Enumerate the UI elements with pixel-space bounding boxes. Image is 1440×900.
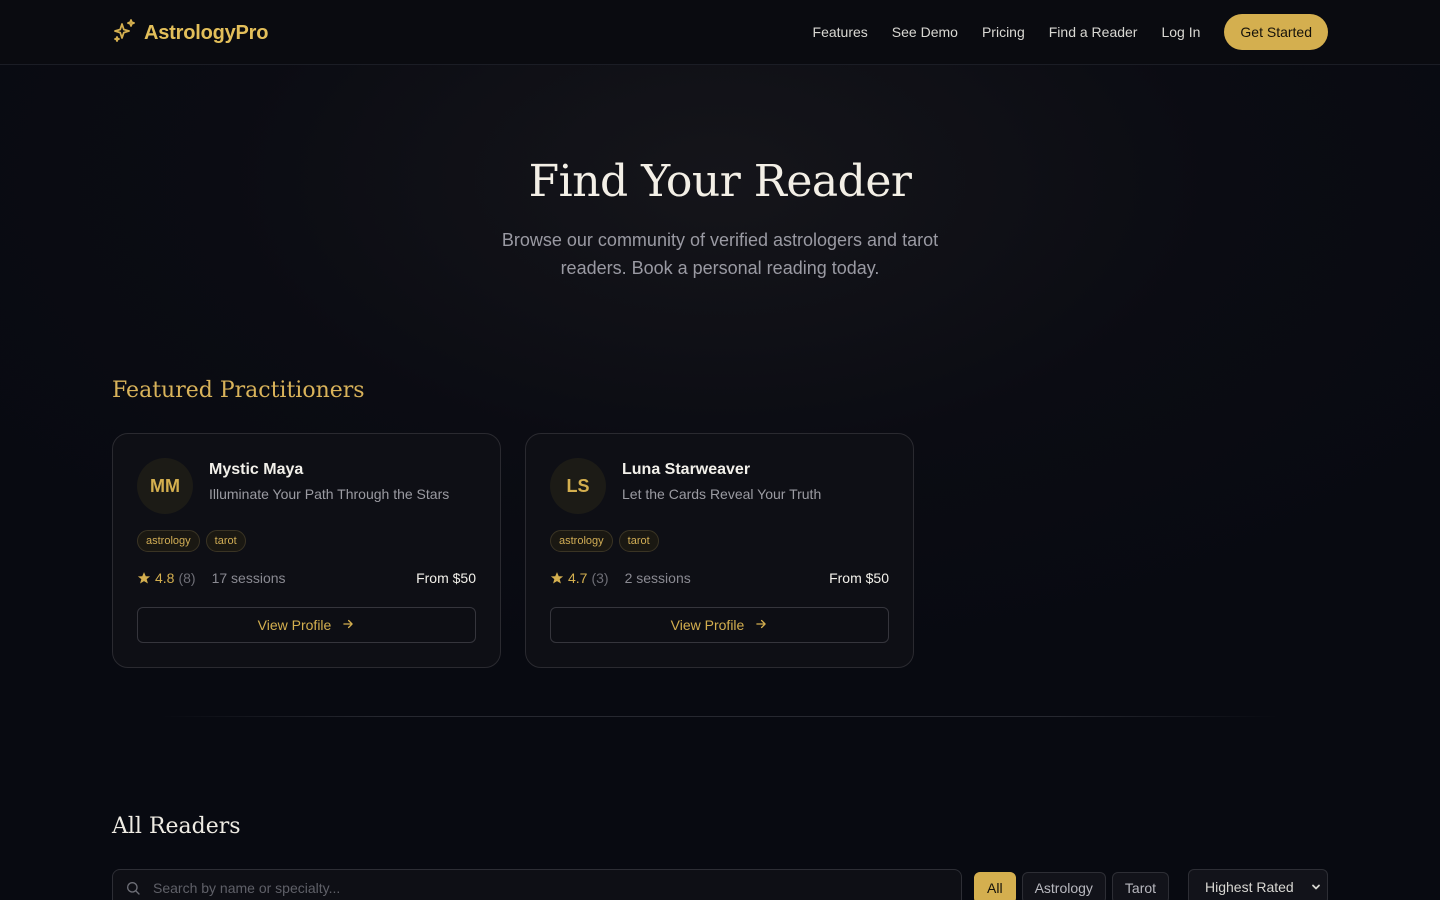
view-profile-label: View Profile xyxy=(257,617,332,633)
rating-value: 4.8 xyxy=(155,570,175,586)
practitioner-stats: 4.8 (8) 17 sessions From $50 xyxy=(137,568,476,588)
view-profile-label: View Profile xyxy=(670,617,745,633)
avatar: MM xyxy=(137,458,193,514)
specialty-tags: astrology tarot xyxy=(550,530,659,552)
nav-link-pricing[interactable]: Pricing xyxy=(982,14,1025,50)
view-profile-button[interactable]: View Profile xyxy=(550,607,889,643)
nav-link-find-a-reader[interactable]: Find a Reader xyxy=(1049,14,1138,50)
page-title: Find Your Reader xyxy=(528,156,912,207)
arrow-right-icon xyxy=(341,617,355,634)
specialty-filters: All Astrology Tarot xyxy=(974,872,1170,900)
star-icon xyxy=(550,571,568,585)
section-divider xyxy=(160,716,1280,717)
view-profile-button[interactable]: View Profile xyxy=(137,607,476,643)
practitioner-card: LS Luna Starweaver Let the Cards Reveal … xyxy=(525,433,914,668)
star-icon xyxy=(137,571,155,585)
filter-tarot[interactable]: Tarot xyxy=(1111,872,1170,900)
tag-tarot: tarot xyxy=(205,530,246,552)
search-input[interactable] xyxy=(153,870,933,900)
sort-value: Highest Rated xyxy=(1205,879,1294,895)
featured-section-title: Featured Practitioners xyxy=(112,378,365,403)
specialty-tags: astrology tarot xyxy=(137,530,246,552)
price: From $50 xyxy=(416,570,476,586)
avatar: LS xyxy=(550,458,606,514)
get-started-button[interactable]: Get Started xyxy=(1224,14,1328,50)
nav-links: Features See Demo Pricing Find a Reader … xyxy=(789,14,1328,50)
sort-select[interactable]: Highest Rated xyxy=(1188,869,1328,900)
session-count: 2 sessions xyxy=(624,570,691,586)
practitioner-name: Mystic Maya xyxy=(209,461,304,478)
all-readers-title: All Readers xyxy=(112,814,241,839)
search-box xyxy=(112,869,962,900)
practitioner-card: MM Mystic Maya Illuminate Your Path Thro… xyxy=(112,433,501,668)
filter-all[interactable]: All xyxy=(974,872,1016,900)
practitioner-tagline: Illuminate Your Path Through the Stars xyxy=(209,486,450,502)
sparkles-icon xyxy=(112,18,136,49)
practitioner-name: Luna Starweaver xyxy=(622,461,751,478)
review-count: (3) xyxy=(591,570,609,586)
tag-tarot: tarot xyxy=(618,530,659,552)
session-count: 17 sessions xyxy=(211,570,286,586)
top-navbar: AstrologyPro Features See Demo Pricing F… xyxy=(0,0,1440,65)
rating-value: 4.7 xyxy=(568,570,588,586)
brand-logo[interactable]: AstrologyPro xyxy=(112,18,268,49)
filter-astrology[interactable]: Astrology xyxy=(1021,872,1106,900)
tag-astrology: astrology xyxy=(137,530,200,552)
page-subtitle: Browse our community of verified astrolo… xyxy=(501,230,939,278)
nav-link-features[interactable]: Features xyxy=(813,14,868,50)
arrow-right-icon xyxy=(754,617,768,634)
practitioner-tagline: Let the Cards Reveal Your Truth xyxy=(622,486,822,502)
nav-link-log-in[interactable]: Log In xyxy=(1161,14,1200,50)
tag-astrology: astrology xyxy=(550,530,613,552)
nav-link-see-demo[interactable]: See Demo xyxy=(892,14,958,50)
review-count: (8) xyxy=(178,570,196,586)
price: From $50 xyxy=(829,570,889,586)
brand-name: AstrologyPro xyxy=(144,22,269,44)
practitioner-stats: 4.7 (3) 2 sessions From $50 xyxy=(550,568,889,588)
